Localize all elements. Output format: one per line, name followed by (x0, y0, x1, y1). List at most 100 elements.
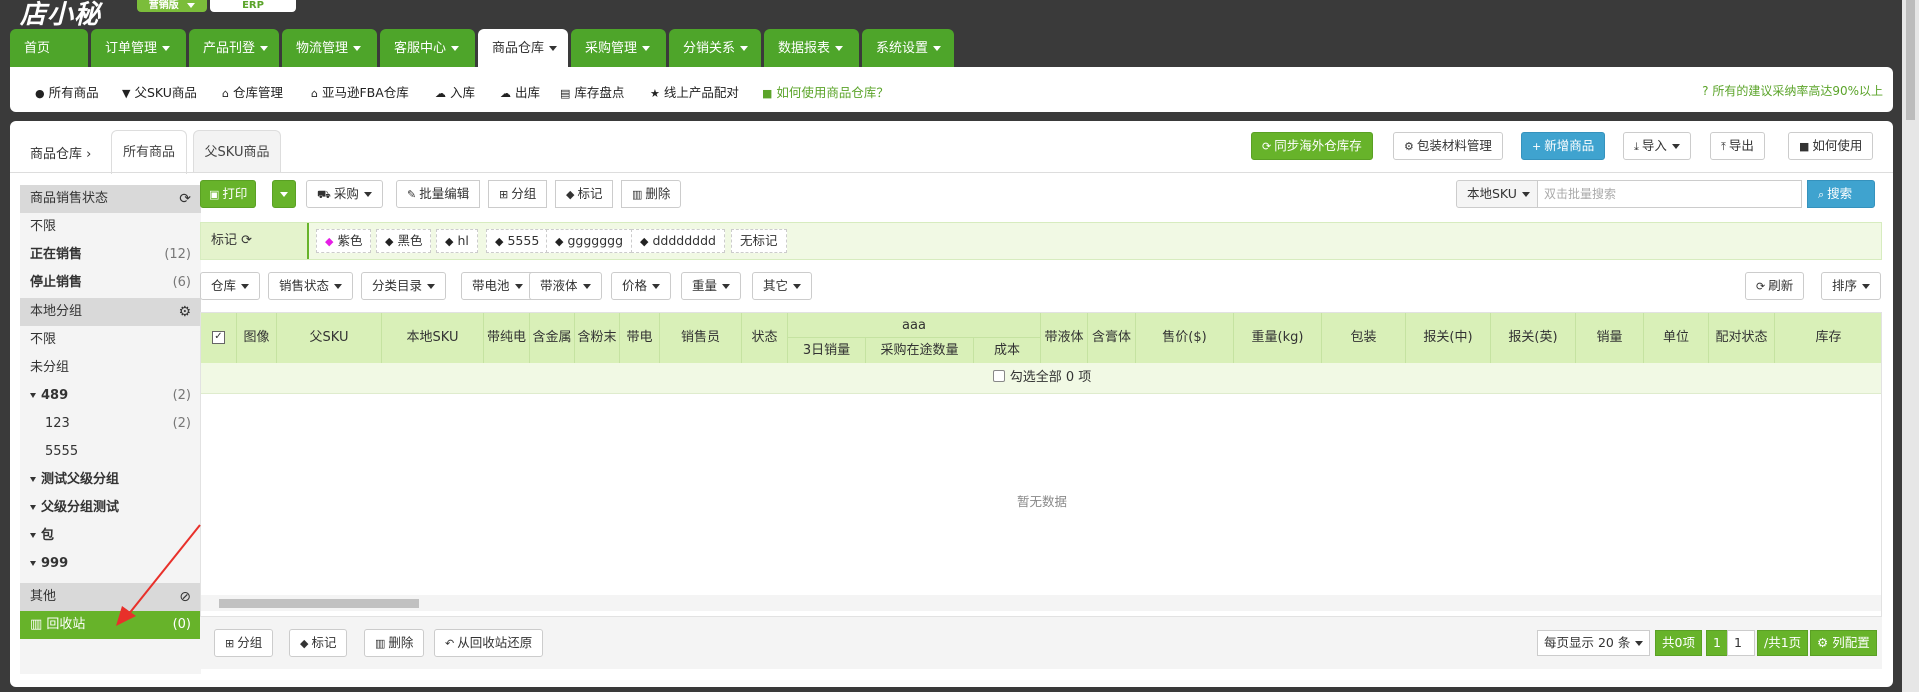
nav-item-6[interactable]: 采购管理 (571, 29, 666, 67)
search-input[interactable]: 双击批量搜索 (1537, 180, 1802, 208)
local-group-item[interactable]: 489 (2) (20, 382, 201, 410)
checked-checkbox-icon[interactable]: ✓ (212, 331, 225, 344)
filter-dropdown[interactable]: 带电池 (461, 272, 534, 300)
subnav-item-5[interactable]: ☁ 出库 (500, 82, 540, 101)
batch-edit-button[interactable]: ✎ 批量编辑 (396, 180, 481, 208)
sale-status-on-sale[interactable]: 正在销售 (12) (20, 241, 201, 269)
import-button[interactable]: ⤓ 导入 (1623, 132, 1691, 160)
sku-type-select[interactable]: 本地SKU (1456, 180, 1538, 208)
nav-item-4[interactable]: 客服中心 (380, 29, 475, 67)
main-nav: 首页 订单管理 产品刊登 物流管理 客服中心 商品仓库 采购管理 分销关系 数据报表 系统设置 (10, 29, 957, 67)
filter-dropdown[interactable]: 销售状态 (268, 272, 354, 300)
sort-button[interactable]: 排序 (1821, 272, 1882, 300)
column-header: 带电 (620, 313, 660, 363)
tag-filter-item[interactable]: ◆ ggggggg (546, 229, 633, 253)
filter-dropdown[interactable]: 分类目录 (361, 272, 447, 300)
search-button[interactable]: ⌕ 搜索 (1807, 180, 1875, 208)
sale-status-stopped[interactable]: 停止销售 (6) (20, 269, 201, 297)
column-header: 父SKU (277, 313, 382, 363)
local-group-item[interactable]: 123 (2) (20, 410, 201, 438)
breadcrumb-root[interactable]: 商品仓库 (30, 147, 82, 162)
select-all-checkbox[interactable] (992, 370, 1005, 382)
tag-filter-item[interactable]: ◆ hl (436, 229, 478, 253)
button-label: 分组 (237, 635, 263, 650)
tag-label: 紫色 (337, 233, 363, 248)
subnav-item-7[interactable]: ★ 线上产品配对 (650, 82, 739, 101)
column-header: 配对状态 (1709, 313, 1775, 363)
tab-all-products[interactable]: 所有商品 (111, 130, 187, 174)
brand-logo[interactable]: 店小秘 (20, 0, 101, 31)
how-to-use-button[interactable]: ■ 如何使用 (1788, 132, 1874, 160)
chevron-down-icon (793, 284, 802, 289)
filter-dropdown[interactable]: 重量 (681, 272, 742, 300)
filter-dropdown[interactable]: 仓库 (200, 272, 261, 300)
subnav-item-2[interactable]: ⌂ 仓库管理 (222, 82, 283, 101)
nav-item-2[interactable]: 产品刊登 (189, 29, 279, 67)
column-header-label: 本地SKU (406, 330, 459, 345)
gear-icon[interactable]: ⚙ (178, 298, 191, 326)
horizontal-scrollbar[interactable] (201, 595, 1881, 611)
restore-from-recycle-button[interactable]: ↶ 从回收站还原 (434, 629, 544, 657)
edition-switch[interactable]: 营销版 (137, 0, 207, 12)
local-group-item[interactable]: 未分组 (20, 354, 201, 382)
tag-filter-item[interactable]: ◆ 紫色 (316, 229, 372, 253)
subnav-item-3[interactable]: ⌂ 亚马逊FBA仓库 (311, 82, 409, 101)
refresh-button[interactable]: ⟳ 刷新 (1745, 272, 1805, 300)
select-all-row[interactable]: 勾选全部 0 项 (201, 363, 1881, 394)
nav-item-8[interactable]: 数据报表 (764, 29, 859, 67)
sync-overseas-stock-button[interactable]: ⟳ 同步海外仓库存 (1251, 132, 1373, 160)
nav-item-3[interactable]: 物流管理 (282, 29, 377, 67)
column-header-label: 报关(中) (1423, 330, 1473, 345)
tag-filter-item[interactable]: ◆ 5555 (486, 229, 549, 253)
refresh-icon: ⟳ (1756, 280, 1766, 293)
nav-item-0[interactable]: 首页 (10, 29, 88, 67)
column-header: 销量 (1576, 313, 1644, 363)
erp-badge[interactable]: ERP (210, 0, 296, 12)
refresh-icon[interactable]: ⟳ (241, 233, 252, 248)
filter-label: 带液体 (540, 278, 578, 293)
scrollbar-thumb[interactable] (1906, 0, 1915, 120)
local-group-item[interactable]: 不限 (20, 326, 201, 354)
local-group-item[interactable]: 父级分组测试 (20, 494, 201, 522)
scrollbar-thumb[interactable] (219, 599, 419, 608)
page-vertical-scrollbar[interactable] (1902, 0, 1919, 692)
refresh-icon[interactable]: ⟳ (179, 185, 191, 213)
tag-filter-item[interactable]: 无标记 (731, 229, 787, 253)
filter-dropdown[interactable]: 其它 (752, 272, 813, 300)
filter-dropdown[interactable]: 带液体 (529, 272, 602, 300)
nav-item-5[interactable]: 商品仓库 (478, 29, 568, 67)
subnav-item-8[interactable]: ■ 如何使用商品仓库？ (762, 82, 889, 101)
print-dropdown-button[interactable] (272, 180, 296, 208)
add-product-button[interactable]: + 新增商品 (1521, 132, 1606, 160)
per-page-select[interactable]: 每页显示 20 条 (1537, 630, 1651, 656)
subnav-item-0[interactable]: ● 所有商品 (35, 82, 99, 101)
nav-item-9[interactable]: 系统设置 (862, 29, 954, 67)
footer-delete-button[interactable]: ▥ 删除 (364, 629, 425, 657)
packaging-button[interactable]: ⚙ 包装材料管理 (1393, 132, 1503, 160)
column-config-button[interactable]: ⚙ 列配置 (1810, 630, 1877, 656)
footer-mark-button[interactable]: ◆ 标记 (289, 629, 348, 657)
subnav-item-4[interactable]: ☁ 入库 (435, 82, 475, 101)
group-button[interactable]: ⊞ 分组 (488, 180, 548, 208)
subnav-item-1[interactable]: ▼ 父SKU商品 (122, 82, 197, 101)
tag-filter-item[interactable]: ◆ 黑色 (376, 229, 432, 253)
adoption-notice[interactable]: ? 所有的建议采纳率高达90%以上 (1702, 82, 1883, 99)
nav-item-1[interactable]: 订单管理 (91, 29, 186, 67)
print-button[interactable]: ▣ 打印 (200, 180, 257, 208)
tag-icon: ◆ (445, 235, 454, 248)
current-page-button[interactable]: 1 (1706, 630, 1728, 656)
page-input[interactable]: 1 (1727, 630, 1755, 656)
delete-button[interactable]: ▥ 删除 (621, 180, 682, 208)
nav-item-7[interactable]: 分销关系 (669, 29, 761, 67)
export-button[interactable]: ⤒ 导出 (1710, 132, 1765, 160)
filter-dropdown[interactable]: 价格 (611, 272, 672, 300)
tab-parent-sku[interactable]: 父SKU商品 (193, 130, 281, 172)
footer-group-button[interactable]: ⊞ 分组 (214, 629, 274, 657)
sale-status-all[interactable]: 不限 (20, 213, 201, 241)
purchase-button[interactable]: ⛟ 采购 (306, 180, 383, 208)
local-group-item[interactable]: 测试父级分组 (20, 466, 201, 494)
mark-button[interactable]: ◆ 标记 (555, 180, 614, 208)
local-group-item[interactable]: 5555 (20, 438, 201, 466)
subnav-item-6[interactable]: ▤ 库存盘点 (560, 82, 624, 101)
tag-filter-item[interactable]: ◆ dddddddd (631, 229, 725, 253)
